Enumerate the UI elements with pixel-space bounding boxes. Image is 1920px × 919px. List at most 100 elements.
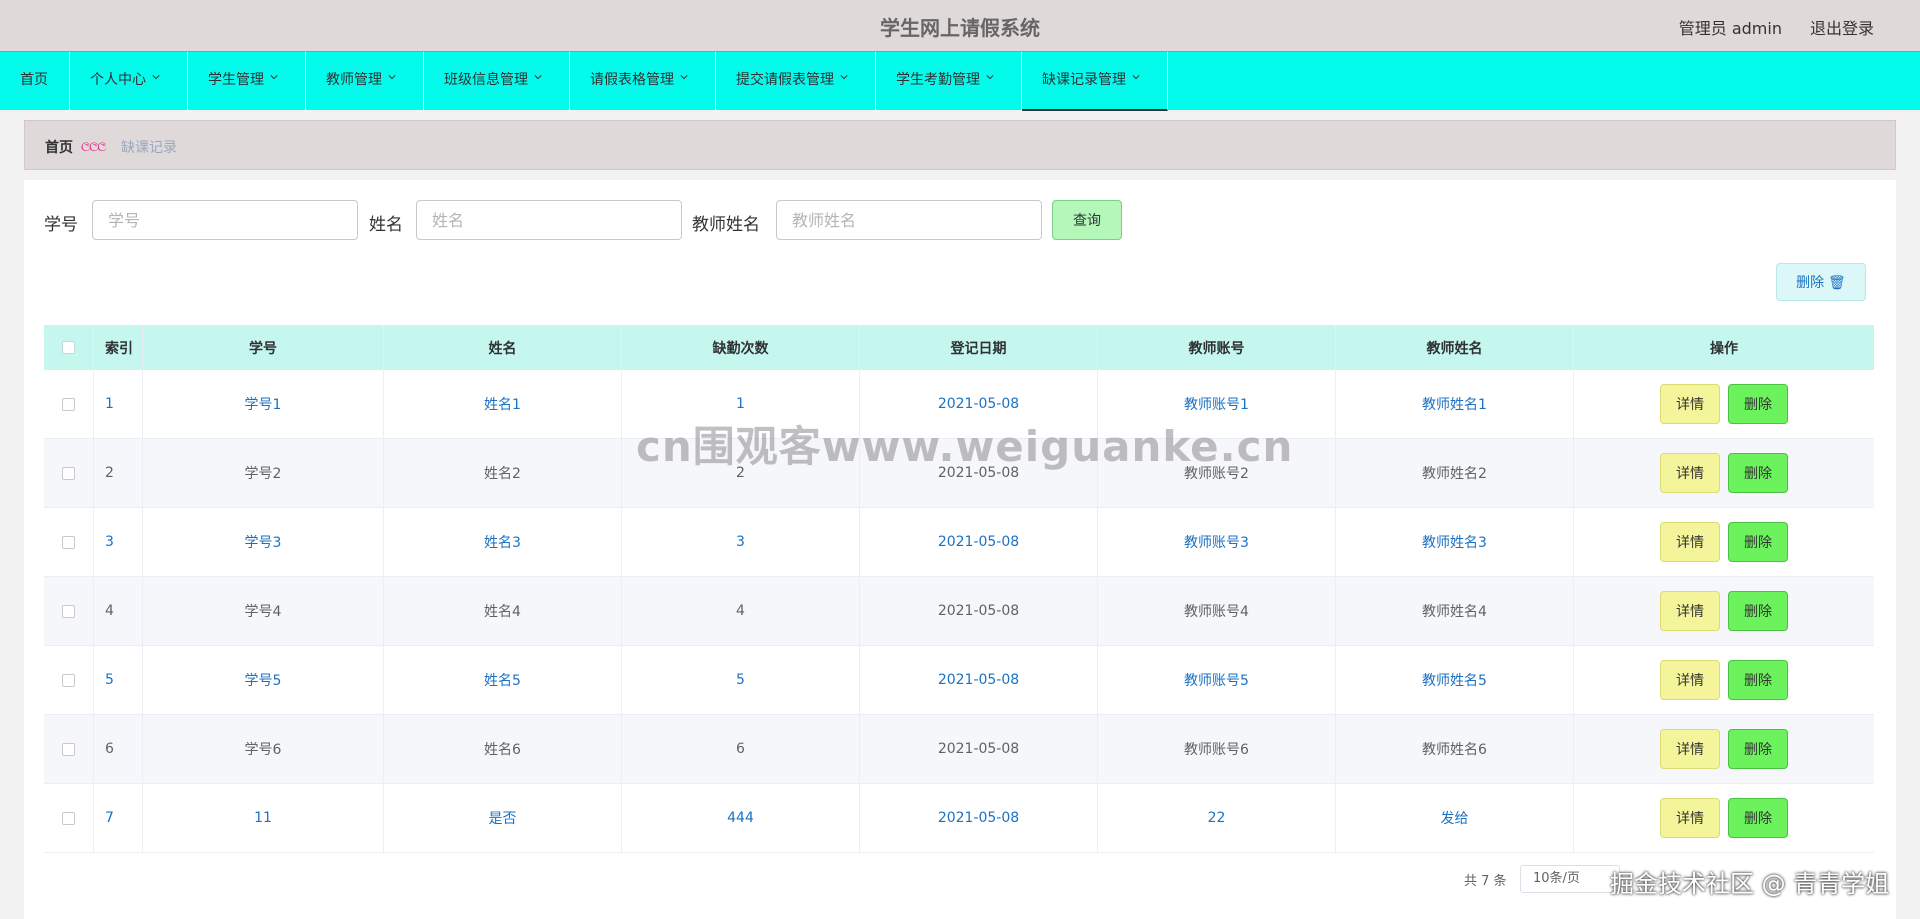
select-all-checkbox[interactable] — [62, 341, 75, 354]
header-checkbox-cell — [44, 325, 94, 370]
nav-item-label: 提交请假表管理 — [736, 72, 834, 88]
row-checkbox[interactable] — [62, 535, 75, 549]
cell-date: 2021-05-08 — [860, 715, 1098, 783]
row-checkbox-cell — [44, 439, 94, 507]
breadcrumb: 首页 ලලල 缺课记录 — [24, 120, 1896, 170]
row-checkbox-cell — [44, 784, 94, 852]
detail-button[interactable]: 详情 — [1660, 591, 1720, 631]
cell-absences: 4 — [622, 577, 860, 645]
chevron-down-icon — [152, 75, 160, 80]
nav-item-absence-records[interactable]: 缺课记录管理 — [1022, 52, 1168, 111]
detail-button[interactable]: 详情 — [1660, 384, 1720, 424]
main-nav: 首页 个人中心 学生管理 教师管理 班级信息管理 请假表格管理 提交请假表管理 … — [0, 51, 1920, 111]
cell-student-id: 11 — [143, 784, 384, 852]
cell-name: 是否 — [384, 784, 622, 852]
breadcrumb-current: 缺课记录 — [121, 140, 177, 156]
row-checkbox[interactable] — [62, 466, 75, 480]
cell-actions: 详情 删除 — [1574, 577, 1874, 645]
detail-button[interactable]: 详情 — [1660, 660, 1720, 700]
cell-index: 3 — [94, 508, 143, 576]
name-input[interactable] — [416, 200, 682, 240]
teacher-name-input[interactable] — [776, 200, 1042, 240]
cell-name: 姓名1 — [384, 370, 622, 438]
pagination-total: 共 7 条 — [1464, 874, 1507, 889]
delete-button[interactable]: 删除 — [1728, 729, 1788, 769]
table-row: 5 学号5 姓名5 5 2021-05-08 教师账号5 教师姓名5 详情 删除 — [44, 646, 1874, 715]
cell-teacher-name: 教师姓名2 — [1336, 439, 1574, 507]
delete-button[interactable]: 删除 — [1728, 384, 1788, 424]
user-area: 管理员 admin 退出登录 — [1679, 15, 1874, 39]
delete-button[interactable]: 删除 — [1728, 522, 1788, 562]
cell-name: 姓名2 — [384, 439, 622, 507]
cell-actions: 详情 删除 — [1574, 508, 1874, 576]
nav-item-label: 学生管理 — [208, 72, 264, 88]
cell-teacher-name: 教师姓名4 — [1336, 577, 1574, 645]
row-checkbox[interactable] — [62, 811, 75, 825]
nav-item-profile[interactable]: 个人中心 — [70, 52, 188, 111]
delete-button[interactable]: 删除 — [1728, 660, 1788, 700]
header-index: 索引 — [94, 325, 143, 370]
nav-item-submit-leave[interactable]: 提交请假表管理 — [716, 52, 876, 111]
cell-student-id: 学号5 — [143, 646, 384, 714]
detail-button[interactable]: 详情 — [1660, 453, 1720, 493]
cell-date: 2021-05-08 — [860, 577, 1098, 645]
cell-actions: 详情 删除 — [1574, 439, 1874, 507]
row-checkbox[interactable] — [62, 397, 75, 411]
cell-teacher-account: 教师账号6 — [1098, 715, 1336, 783]
cell-student-id: 学号4 — [143, 577, 384, 645]
table-row: 7 11 是否 444 2021-05-08 22 发给 详情 删除 — [44, 784, 1874, 853]
header-teacher-name: 教师姓名 — [1336, 325, 1574, 370]
logout-button[interactable]: 退出登录 — [1810, 15, 1874, 39]
row-checkbox[interactable] — [62, 742, 75, 756]
header-actions: 操作 — [1710, 340, 1738, 357]
nav-item-home[interactable]: 首页 — [0, 52, 70, 111]
row-checkbox-cell — [44, 370, 94, 438]
breadcrumb-separator: ලලල — [81, 137, 106, 151]
corner-watermark: 掘金技术社区 @ 青青学姐 — [1610, 870, 1890, 898]
cell-actions: 详情 删除 — [1574, 784, 1874, 852]
detail-button[interactable]: 详情 — [1660, 522, 1720, 562]
nav-item-attendance[interactable]: 学生考勤管理 — [876, 52, 1022, 111]
teacher-name-label: 教师姓名 — [692, 215, 760, 235]
nav-item-label: 个人中心 — [90, 72, 146, 88]
table-row: 3 学号3 姓名3 3 2021-05-08 教师账号3 教师姓名3 详情 删除 — [44, 508, 1874, 577]
student-id-input[interactable] — [92, 200, 358, 240]
delete-button[interactable]: 删除 — [1728, 453, 1788, 493]
content-panel: 学号 姓名 教师姓名 查询 删除 🗑 索引 学号 姓名 缺勤次数 登记日期 教师… — [24, 180, 1896, 919]
cell-teacher-name: 教师姓名6 — [1336, 715, 1574, 783]
query-button[interactable]: 查询 — [1052, 200, 1122, 240]
row-checkbox[interactable] — [62, 673, 75, 687]
cell-absences: 3 — [622, 508, 860, 576]
bulk-delete-button[interactable]: 删除 🗑 — [1776, 263, 1866, 301]
table-row: 4 学号4 姓名4 4 2021-05-08 教师账号4 教师姓名4 详情 删除 — [44, 577, 1874, 646]
nav-item-students[interactable]: 学生管理 — [188, 52, 306, 111]
nav-item-classes[interactable]: 班级信息管理 — [424, 52, 570, 111]
cell-date: 2021-05-08 — [860, 508, 1098, 576]
cell-index: 6 — [94, 715, 143, 783]
breadcrumb-home[interactable]: 首页 — [45, 137, 73, 157]
header-date: 登记日期 — [860, 325, 1098, 370]
cell-index: 1 — [94, 370, 143, 438]
header-name: 姓名 — [384, 325, 622, 370]
delete-button[interactable]: 删除 — [1728, 798, 1788, 838]
cell-teacher-account: 22 — [1098, 784, 1336, 852]
header-absences: 缺勤次数 — [622, 325, 860, 370]
cell-index: 4 — [94, 577, 143, 645]
cell-actions: 详情 删除 — [1574, 646, 1874, 714]
nav-item-leave-forms[interactable]: 请假表格管理 — [570, 52, 716, 111]
nav-item-teachers[interactable]: 教师管理 — [306, 52, 424, 111]
chevron-down-icon — [270, 75, 278, 80]
row-checkbox-cell — [44, 646, 94, 714]
cell-actions: 详情 删除 — [1574, 370, 1874, 438]
row-checkbox[interactable] — [62, 604, 75, 618]
row-checkbox-cell — [44, 508, 94, 576]
delete-button[interactable]: 删除 — [1728, 591, 1788, 631]
detail-button[interactable]: 详情 — [1660, 798, 1720, 838]
nav-item-label: 首页 — [20, 72, 48, 88]
cell-name: 姓名6 — [384, 715, 622, 783]
cell-absences: 5 — [622, 646, 860, 714]
table-row: 6 学号6 姓名6 6 2021-05-08 教师账号6 教师姓名6 详情 删除 — [44, 715, 1874, 784]
detail-button[interactable]: 详情 — [1660, 729, 1720, 769]
page-size-select[interactable]: 10条/页 — [1520, 865, 1620, 893]
row-checkbox-cell — [44, 715, 94, 783]
